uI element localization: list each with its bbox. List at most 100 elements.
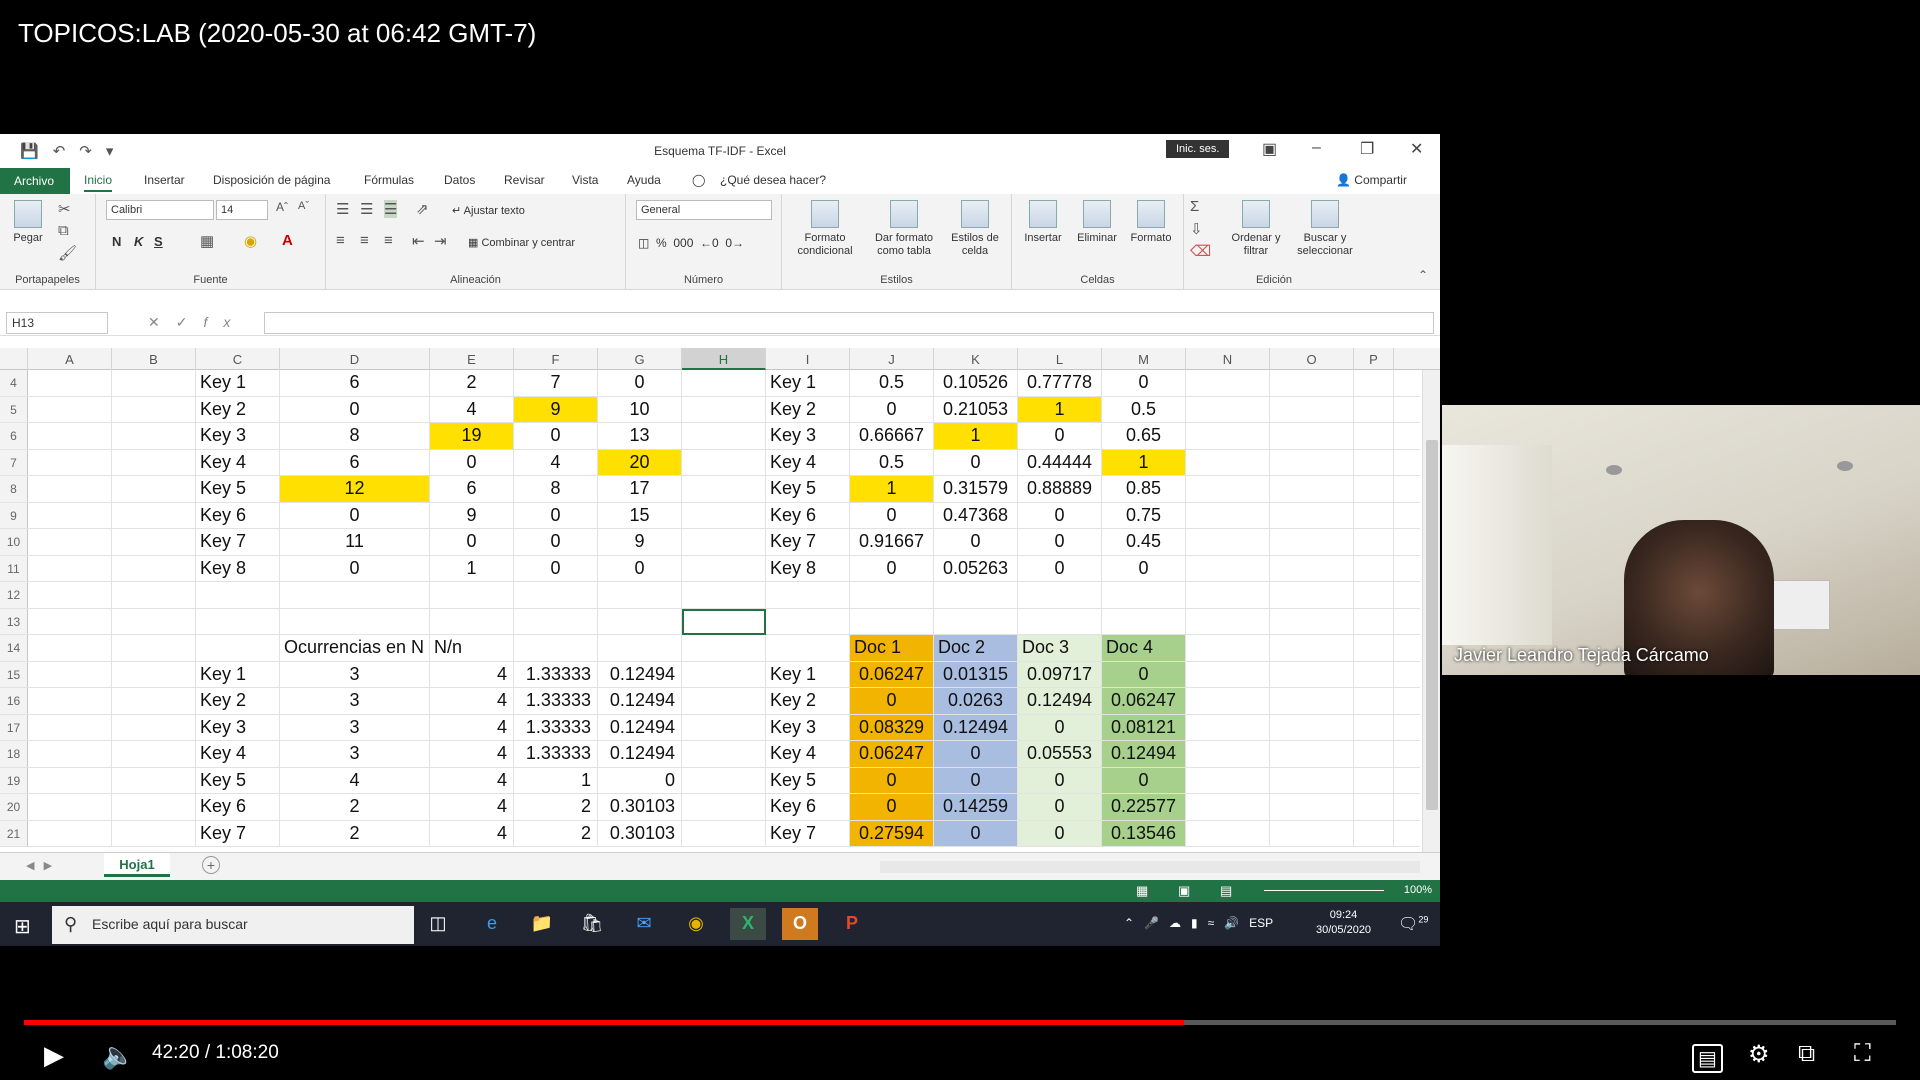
cell-i7[interactable]: Key 4 — [766, 449, 850, 475]
cell-g15[interactable]: 0.12494 — [598, 661, 682, 687]
cell-j19[interactable]: 0 — [850, 767, 934, 793]
cell-n10[interactable] — [1186, 529, 1270, 555]
decrease-indent-icon[interactable]: ⇤ — [412, 232, 425, 250]
exit-fullscreen-icon[interactable]: ⛶ — [1854, 1040, 1871, 1068]
cell-p7[interactable] — [1354, 449, 1394, 475]
microphone-icon[interactable]: 🎤 — [1144, 916, 1159, 930]
cell-e15[interactable]: 4 — [430, 661, 514, 687]
cell-m21[interactable]: 0.13546 — [1102, 820, 1186, 846]
cell-i15[interactable]: Key 1 — [766, 661, 850, 687]
bold-button[interactable]: N — [112, 234, 121, 249]
cell-h21[interactable] — [682, 820, 766, 846]
cell-c19[interactable]: Key 5 — [196, 767, 280, 793]
tab-ayuda[interactable]: Ayuda — [627, 173, 661, 187]
cell-i10[interactable]: Key 7 — [766, 529, 850, 555]
collapse-ribbon-icon[interactable]: ⌃ — [1418, 268, 1428, 282]
cell-c5[interactable]: Key 2 — [196, 396, 280, 422]
cell-b14[interactable] — [112, 635, 196, 661]
sort-filter-button[interactable]: Ordenar y filtrar — [1224, 200, 1288, 258]
cell-l21[interactable]: 0 — [1018, 820, 1102, 846]
cell-e11[interactable]: 1 — [430, 555, 514, 581]
insert-cells-button[interactable]: Insertar — [1016, 200, 1070, 245]
cell-b10[interactable] — [112, 529, 196, 555]
store-icon[interactable]: 🛍 — [574, 908, 610, 940]
increase-indent-icon[interactable]: ⇥ — [434, 232, 447, 250]
restore-button[interactable]: ❐ — [1360, 139, 1374, 159]
row-header[interactable]: 20 — [0, 794, 28, 820]
column-header-p[interactable]: P — [1354, 348, 1394, 370]
row-header[interactable]: 21 — [0, 820, 28, 846]
cell-l5[interactable]: 1 — [1018, 396, 1102, 422]
cell-j18[interactable]: 0.06247 — [850, 741, 934, 767]
cell-j11[interactable]: 0 — [850, 555, 934, 581]
sheet-nav-arrows[interactable]: ◀ ▶ — [26, 859, 52, 872]
cell-g7[interactable]: 20 — [598, 449, 682, 475]
cell-f14[interactable] — [514, 635, 598, 661]
cell-h12[interactable] — [682, 582, 766, 608]
column-header-k[interactable]: K — [934, 348, 1018, 370]
cell-l18[interactable]: 0.05553 — [1018, 741, 1102, 767]
cell-e5[interactable]: 4 — [430, 396, 514, 422]
cell-n5[interactable] — [1186, 396, 1270, 422]
select-all-corner[interactable] — [0, 348, 28, 370]
cell-n19[interactable] — [1186, 767, 1270, 793]
cell-j8[interactable]: 1 — [850, 476, 934, 502]
cell-j7[interactable]: 0.5 — [850, 449, 934, 475]
cell-o19[interactable] — [1270, 767, 1354, 793]
onedrive-icon[interactable]: ☁ — [1169, 916, 1181, 930]
cell-f12[interactable] — [514, 582, 598, 608]
cell-g8[interactable]: 17 — [598, 476, 682, 502]
cell-f8[interactable]: 8 — [514, 476, 598, 502]
row-header[interactable]: 14 — [0, 635, 28, 661]
cell-c12[interactable] — [196, 582, 280, 608]
tab-disposicion[interactable]: Disposición de página — [213, 173, 330, 187]
cell-c16[interactable]: Key 2 — [196, 688, 280, 714]
cell-e19[interactable]: 4 — [430, 767, 514, 793]
horizontal-scrollbar[interactable] — [880, 861, 1420, 873]
cell-h19[interactable] — [682, 767, 766, 793]
cell-n20[interactable] — [1186, 794, 1270, 820]
cell-a8[interactable] — [28, 476, 112, 502]
cell-g11[interactable]: 0 — [598, 555, 682, 581]
cell-a4[interactable] — [28, 370, 112, 396]
cell-k12[interactable] — [934, 582, 1018, 608]
column-header-f[interactable]: F — [514, 348, 598, 370]
clear-icon[interactable]: ⌫ — [1190, 242, 1211, 260]
settings-gear-icon[interactable]: ⚙ — [1748, 1040, 1770, 1069]
font-size-select[interactable]: 14 — [216, 200, 268, 220]
cell-c8[interactable]: Key 5 — [196, 476, 280, 502]
cell-n16[interactable] — [1186, 688, 1270, 714]
cell-p14[interactable] — [1354, 635, 1394, 661]
cell-o14[interactable] — [1270, 635, 1354, 661]
cell-e7[interactable]: 0 — [430, 449, 514, 475]
tab-archivo[interactable]: Archivo — [0, 168, 70, 194]
cell-n6[interactable] — [1186, 423, 1270, 449]
cell-a19[interactable] — [28, 767, 112, 793]
cell-h17[interactable] — [682, 714, 766, 740]
cell-h5[interactable] — [682, 396, 766, 422]
cell-o10[interactable] — [1270, 529, 1354, 555]
cell-b5[interactable] — [112, 396, 196, 422]
cell-o18[interactable] — [1270, 741, 1354, 767]
fill-color-icon[interactable]: ◉ — [244, 232, 257, 250]
row-header[interactable]: 9 — [0, 502, 28, 528]
cell-j12[interactable] — [850, 582, 934, 608]
cell-j14[interactable]: Doc 1 — [850, 635, 934, 661]
cell-m12[interactable] — [1102, 582, 1186, 608]
cell-k6[interactable]: 1 — [934, 423, 1018, 449]
cell-h6[interactable] — [682, 423, 766, 449]
cell-b20[interactable] — [112, 794, 196, 820]
cell-n14[interactable] — [1186, 635, 1270, 661]
cell-n12[interactable] — [1186, 582, 1270, 608]
cell-l13[interactable] — [1018, 608, 1102, 634]
cell-h10[interactable] — [682, 529, 766, 555]
align-center-icon[interactable]: ≡ — [360, 232, 369, 249]
cell-j6[interactable]: 0.66667 — [850, 423, 934, 449]
cell-i5[interactable]: Key 2 — [766, 396, 850, 422]
cell-i12[interactable] — [766, 582, 850, 608]
cell-o6[interactable] — [1270, 423, 1354, 449]
cell-e18[interactable]: 4 — [430, 741, 514, 767]
cell-c11[interactable]: Key 8 — [196, 555, 280, 581]
row-header[interactable]: 13 — [0, 608, 28, 634]
file-explorer-icon[interactable]: 📁 — [524, 908, 560, 940]
